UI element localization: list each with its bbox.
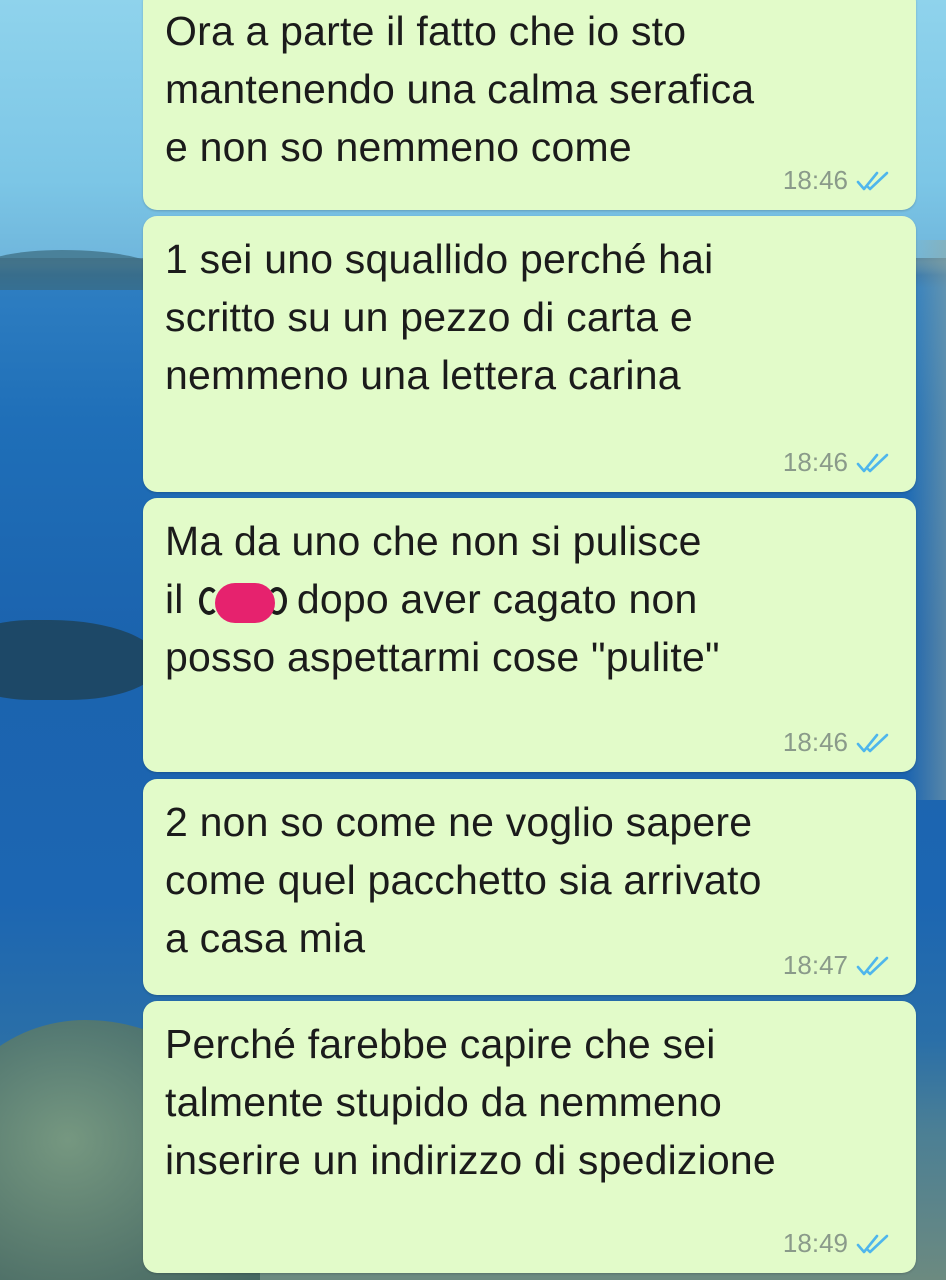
message-meta: 18:46 xyxy=(783,447,890,478)
message-time: 18:46 xyxy=(782,165,848,195)
message-time: 18:46 xyxy=(782,727,848,757)
double-check-read-icon xyxy=(856,733,889,752)
message-line: e non so nemmeno come xyxy=(165,124,632,170)
message-bubble[interactable]: 2 non so come ne voglio sapere come quel… xyxy=(143,779,916,995)
message-time: 18:47 xyxy=(782,950,848,980)
message-line: Perché farebbe capire che sei xyxy=(165,1021,716,1067)
message-meta: 18:46 xyxy=(783,727,890,758)
message-line: posso aspettarmi cose "pulite" xyxy=(165,634,720,680)
message-line: scritto su un pezzo di carta e xyxy=(165,294,693,340)
pink-censor-mark xyxy=(195,581,288,623)
message-meta: 18:47 xyxy=(783,950,890,981)
message-line: nemmeno una lettera carina xyxy=(165,352,681,398)
message-word: dopo aver cagato non xyxy=(296,576,698,622)
double-check-read-icon xyxy=(856,956,889,975)
message-word: il xyxy=(165,576,184,622)
message-meta: 18:46 xyxy=(783,165,890,196)
message-line: 2 non so come ne voglio sapere xyxy=(165,799,753,845)
message-bubble[interactable]: Ora a parte il fatto che io sto mantenen… xyxy=(143,0,916,210)
message-line: mantenendo una calma serafica xyxy=(165,66,755,112)
message-time: 18:49 xyxy=(782,1228,848,1258)
message-line: il dopo aver cagato non xyxy=(165,570,890,628)
message-line: Ora a parte il fatto che io sto xyxy=(165,8,687,54)
double-check-read-icon xyxy=(856,453,889,472)
message-line: Ma da uno che non si pulisce xyxy=(165,518,702,564)
message-line: inserire un indirizzo di spedizione xyxy=(165,1137,776,1183)
double-check-read-icon xyxy=(856,171,889,190)
message-meta: 18:49 xyxy=(783,1228,890,1259)
message-line: 1 sei uno squallido perché hai xyxy=(165,236,714,282)
message-line: a casa mia xyxy=(165,915,366,961)
message-bubble[interactable]: 1 sei uno squallido perché hai scritto s… xyxy=(143,216,916,492)
message-line: talmente stupido da nemmeno xyxy=(165,1079,722,1125)
message-list[interactable]: Ora a parte il fatto che io sto mantenen… xyxy=(0,0,946,1280)
double-check-read-icon xyxy=(856,1234,889,1253)
message-time: 18:46 xyxy=(782,447,848,477)
message-line: come quel pacchetto sia arrivato xyxy=(165,857,762,903)
message-bubble[interactable]: Ma da uno che non si pulisce il dopo ave… xyxy=(143,498,916,772)
message-bubble[interactable]: Perché farebbe capire che sei talmente s… xyxy=(143,1001,916,1273)
